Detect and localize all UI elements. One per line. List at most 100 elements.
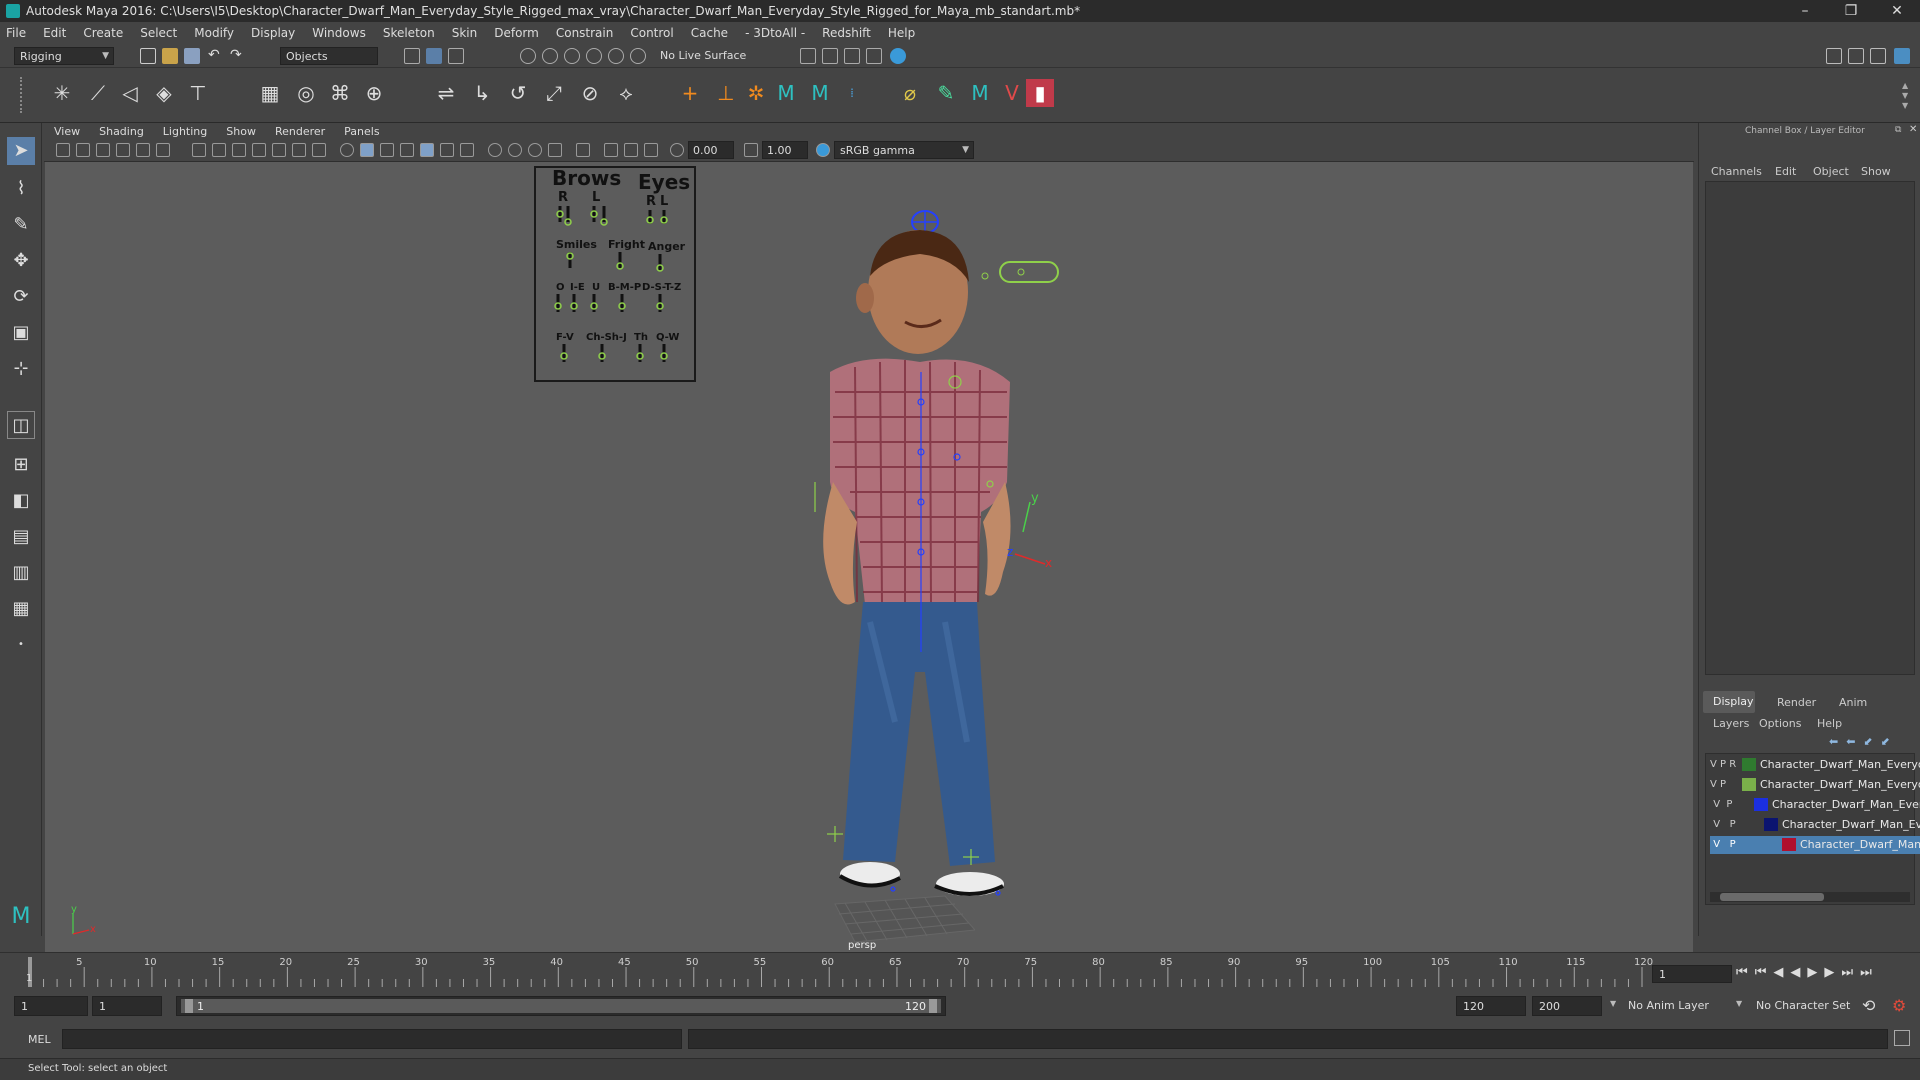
cb-menu-object[interactable]: Object: [1813, 165, 1849, 178]
close-button[interactable]: ✕: [1874, 3, 1920, 19]
layer-vpr[interactable]: V P: [1710, 799, 1732, 810]
menu-help[interactable]: Help: [888, 26, 915, 40]
joint-tool-icon[interactable]: ✳: [48, 79, 76, 107]
open-scene-icon[interactable]: [162, 48, 178, 64]
maximize-button[interactable]: ❐: [1828, 3, 1874, 19]
menu-deform[interactable]: Deform: [494, 26, 539, 40]
maya-m-icon-2[interactable]: M: [806, 79, 834, 107]
select-tool-icon[interactable]: ➤: [7, 137, 35, 165]
mel-input[interactable]: [62, 1029, 682, 1049]
smooth-shade-icon[interactable]: [360, 143, 374, 157]
face-slider-controls[interactable]: [536, 168, 696, 382]
default-material-icon[interactable]: [380, 143, 394, 157]
vp-menu-shading[interactable]: Shading: [99, 125, 144, 138]
last-tool-icon[interactable]: ⊹: [7, 355, 35, 383]
modeling-toolkit-icon[interactable]: [1826, 48, 1842, 64]
script-icon[interactable]: ⁞: [838, 79, 866, 107]
layer-vpr[interactable]: V P: [1710, 819, 1735, 830]
cb-menu-show[interactable]: Show: [1861, 165, 1891, 178]
range-slider[interactable]: 1 120: [176, 996, 946, 1016]
perspective-viewport[interactable]: Brows Eyes R L R L Smiles Fright Anger O…: [45, 162, 1693, 952]
ik-handle-icon[interactable]: ⟋: [84, 79, 112, 107]
menu-skin[interactable]: Skin: [452, 26, 478, 40]
aim-constraint-icon[interactable]: ↳: [468, 79, 496, 107]
layer-color-swatch[interactable]: [1764, 818, 1778, 831]
locator-3-icon[interactable]: ✲: [742, 79, 770, 107]
end-time-field[interactable]: 200: [1532, 996, 1602, 1016]
auto-key-icon[interactable]: ⟲: [1862, 996, 1875, 1015]
maya-m-icon-3[interactable]: M: [966, 79, 994, 107]
selection-mode-dropdown[interactable]: Objects: [280, 47, 378, 65]
current-frame-field[interactable]: 1: [1652, 965, 1732, 983]
snap-view-plane-icon[interactable]: [586, 48, 602, 64]
render-view-icon[interactable]: [800, 48, 816, 64]
undo-icon[interactable]: ↶: [208, 48, 224, 64]
field-chart-icon[interactable]: [272, 143, 286, 157]
range-start-grip[interactable]: [185, 999, 193, 1013]
mel-script-icon[interactable]: ⌀: [896, 79, 924, 107]
snap-point-icon[interactable]: [564, 48, 580, 64]
shelf-menu-icon[interactable]: [20, 77, 30, 113]
bookmark-icon[interactable]: [96, 143, 110, 157]
snap-curve-icon[interactable]: [542, 48, 558, 64]
snap-live-icon[interactable]: [608, 48, 624, 64]
layer-row[interactable]: V P R Character_Dwarf_Man_Everyday: [1710, 756, 1920, 774]
gamma-field[interactable]: 1.00: [762, 141, 808, 159]
pole-vector-icon[interactable]: ⟡: [612, 79, 640, 107]
use-all-lights-icon[interactable]: [440, 143, 454, 157]
paint-weights-icon[interactable]: ◎: [292, 79, 320, 107]
select-component-icon[interactable]: [448, 48, 464, 64]
ipr-render-icon[interactable]: [844, 48, 860, 64]
layout-two-icon[interactable]: ◧: [7, 487, 35, 515]
color-picker-icon[interactable]: ▮: [1026, 79, 1054, 107]
view-transform-dropdown[interactable]: sRGB gamma ▼: [834, 141, 974, 159]
shadows-icon[interactable]: [460, 143, 474, 157]
lattice-icon[interactable]: ⌘: [326, 79, 354, 107]
motion-blur-icon[interactable]: [508, 143, 522, 157]
menu-select[interactable]: Select: [140, 26, 177, 40]
tool-settings-icon[interactable]: [1870, 48, 1886, 64]
layout-four-icon[interactable]: ⊞: [7, 451, 35, 479]
layer-menu-layers[interactable]: Layers: [1713, 717, 1749, 730]
menu-display[interactable]: Display: [251, 26, 295, 40]
vp-menu-renderer[interactable]: Renderer: [275, 125, 325, 138]
redo-icon[interactable]: ↷: [230, 48, 246, 64]
locator-icon[interactable]: +: [676, 79, 704, 107]
tab-render[interactable]: Render: [1777, 696, 1816, 709]
save-scene-icon[interactable]: [184, 48, 200, 64]
exposure-field[interactable]: 0.00: [688, 141, 734, 159]
grease-pencil-icon[interactable]: [156, 143, 170, 157]
layer-vpr[interactable]: V P R: [1710, 759, 1736, 770]
layer-row[interactable]: V P Character_Dwarf_Man_Every: [1710, 796, 1920, 814]
safe-title-icon[interactable]: [312, 143, 326, 157]
menu-skeleton[interactable]: Skeleton: [383, 26, 435, 40]
layout-outliner-icon[interactable]: ▤: [7, 523, 35, 551]
time-slider[interactable]: 1 5 10 15 20 25 30 35 40 45 50 55 60 65 70 75 80 85 90 95 1…: [0, 952, 1920, 990]
isolate-select-icon[interactable]: [576, 143, 590, 157]
playback-end-field[interactable]: 120: [1456, 996, 1526, 1016]
lasso-tool-icon[interactable]: ⌇: [7, 175, 35, 203]
menuset-dropdown[interactable]: Rigging ▼: [14, 47, 114, 65]
layer-color-swatch[interactable]: [1782, 838, 1796, 851]
move-tool-icon[interactable]: ✥: [7, 247, 35, 275]
textured-icon[interactable]: [420, 143, 434, 157]
render-settings-icon[interactable]: [866, 48, 882, 64]
wireframe-on-shaded-icon[interactable]: [400, 143, 414, 157]
wireframe-icon[interactable]: [340, 143, 354, 157]
snap-magnet-icon[interactable]: [630, 48, 646, 64]
menu-edit[interactable]: Edit: [43, 26, 66, 40]
xray-components-icon[interactable]: [644, 143, 658, 157]
vp-menu-lighting[interactable]: Lighting: [163, 125, 207, 138]
layer-scrollbar[interactable]: [1710, 892, 1910, 902]
layer-color-swatch[interactable]: [1742, 758, 1756, 771]
menu-windows[interactable]: Windows: [312, 26, 366, 40]
screen-space-ao-icon[interactable]: [488, 143, 502, 157]
script-editor-icon[interactable]: [1894, 1030, 1910, 1046]
v-tool-icon[interactable]: V: [998, 79, 1026, 107]
playback-controls[interactable]: ⏮⏮◀◀▶▶⏭⏭: [1736, 965, 1879, 980]
vp-menu-panels[interactable]: Panels: [344, 125, 379, 138]
tab-anim[interactable]: Anim: [1839, 696, 1867, 709]
layer-menu-help[interactable]: Help: [1817, 717, 1842, 730]
grid-toggle-icon[interactable]: [192, 143, 206, 157]
attribute-editor-icon[interactable]: [1848, 48, 1864, 64]
